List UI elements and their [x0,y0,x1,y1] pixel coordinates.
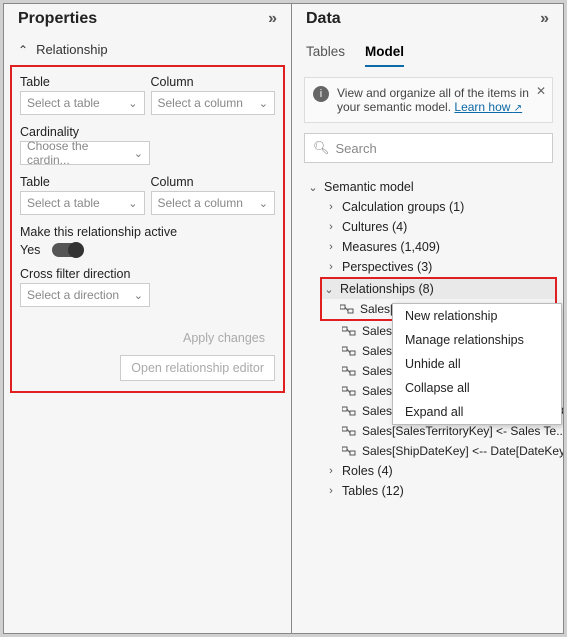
relationship-section-header[interactable]: ⌃ Relationship [4,34,291,65]
crossfilter-placeholder: Select a direction [27,288,119,302]
relationship-icon [342,366,356,376]
active-toggle[interactable] [52,243,82,257]
column-select-1-placeholder: Select a column [158,96,243,110]
chevron-down-icon: ⌄ [134,289,143,302]
chevron-right-icon: › [324,241,338,253]
relationship-icon [342,326,356,336]
data-title: Data [306,10,341,28]
chevron-down-icon: ⌄ [306,181,320,194]
cardinality-label: Cardinality [20,125,275,139]
table-select-1[interactable]: Select a table ⌄ [20,91,145,115]
active-value: Yes [20,243,40,257]
tab-tables[interactable]: Tables [306,40,345,67]
model-tree: ⌄ Semantic model ›Calculation groups (1)… [292,173,563,505]
ctx-collapse-all[interactable]: Collapse all [393,376,561,400]
relationship-icon [340,304,354,314]
tree-root[interactable]: ⌄ Semantic model [306,177,563,197]
relationship-section-label: Relationship [36,42,108,57]
crossfilter-select[interactable]: Select a direction ⌄ [20,283,150,307]
table-label-2: Table [20,175,145,189]
tree-perspectives[interactable]: ›Perspectives (3) [324,257,563,277]
table-select-2-placeholder: Select a table [27,196,100,210]
collapse-properties-icon[interactable]: » [268,10,277,28]
column-select-2-placeholder: Select a column [158,196,243,210]
relationship-icon [342,386,356,396]
external-link-icon: ↗ [514,103,522,114]
data-tabs: Tables Model [292,34,563,67]
relationship-item[interactable]: Sales[ShipDateKey] <-- Date[DateKey] [324,441,563,461]
crossfilter-label: Cross filter direction [20,267,275,281]
search-input[interactable]: 🔍︎ Search [304,133,553,163]
chevron-right-icon: › [324,261,338,273]
relationship-icon [342,406,356,416]
tree-relationships[interactable]: ⌄ Relationships (8) [322,279,555,299]
chevron-right-icon: › [324,465,338,477]
relationships-context-menu: New relationship Manage relationships Un… [392,303,562,425]
chevron-right-icon: › [324,201,338,213]
tree-measures[interactable]: ›Measures (1,409) [324,237,563,257]
chevron-down-icon: ⌄ [128,97,137,110]
info-card: i View and organize all of the items in … [304,77,553,123]
active-label: Make this relationship active [20,225,275,239]
column-label-2: Column [151,175,276,189]
ctx-unhide-all[interactable]: Unhide all [393,352,561,376]
column-select-2[interactable]: Select a column ⌄ [151,191,276,215]
tree-cultures[interactable]: ›Cultures (4) [324,217,563,237]
tab-model[interactable]: Model [365,40,404,67]
data-header: Data » [292,4,563,34]
apply-changes-button[interactable]: Apply changes [173,327,275,349]
relationship-icon [342,426,356,436]
properties-title: Properties [18,10,97,28]
learn-how-link[interactable]: Learn how ↗ [454,100,522,114]
tree-calc-groups[interactable]: ›Calculation groups (1) [324,197,563,217]
chevron-down-icon: ⌄ [259,97,268,110]
ctx-new-relationship[interactable]: New relationship [393,304,561,328]
tree-root-label: Semantic model [324,180,414,194]
chevron-right-icon: › [324,485,338,497]
chevron-down-icon: ⌄ [259,197,268,210]
column-label-1: Column [151,75,276,89]
properties-pane: Properties » ⌃ Relationship Table Select… [4,4,292,633]
ctx-expand-all[interactable]: Expand all [393,400,561,424]
table-label-1: Table [20,75,145,89]
cardinality-placeholder: Choose the cardin... [27,139,134,167]
relationship-icon [342,346,356,356]
column-select-1[interactable]: Select a column ⌄ [151,91,276,115]
info-text-container: View and organize all of the items in yo… [337,86,544,114]
info-close-icon[interactable]: ✕ [536,84,546,98]
cardinality-select[interactable]: Choose the cardin... ⌄ [20,141,150,165]
table-select-2[interactable]: Select a table ⌄ [20,191,145,215]
chevron-down-icon: ⌄ [128,197,137,210]
chevron-down-icon: ⌄ [322,283,336,296]
data-pane: Data » Tables Model i View and organize … [292,4,563,633]
relationship-form-highlight: Table Select a table ⌄ Column Select a c… [10,65,285,393]
chevron-right-icon: › [324,221,338,233]
ctx-manage-relationships[interactable]: Manage relationships [393,328,561,352]
search-placeholder: Search [336,141,377,156]
tree-roles[interactable]: ›Roles (4) [324,461,563,481]
relationship-icon [342,446,356,456]
tree-tables[interactable]: ›Tables (12) [324,481,563,501]
chevron-up-icon: ⌃ [18,43,28,57]
properties-header: Properties » [4,4,291,34]
toggle-knob [68,242,84,258]
chevron-down-icon: ⌄ [134,147,143,160]
open-relationship-editor-button[interactable]: Open relationship editor [120,355,275,381]
app-window: Properties » ⌃ Relationship Table Select… [3,3,564,634]
search-icon: 🔍︎ [313,140,330,156]
table-select-1-placeholder: Select a table [27,96,100,110]
collapse-data-icon[interactable]: » [540,10,549,28]
info-icon: i [313,86,329,102]
